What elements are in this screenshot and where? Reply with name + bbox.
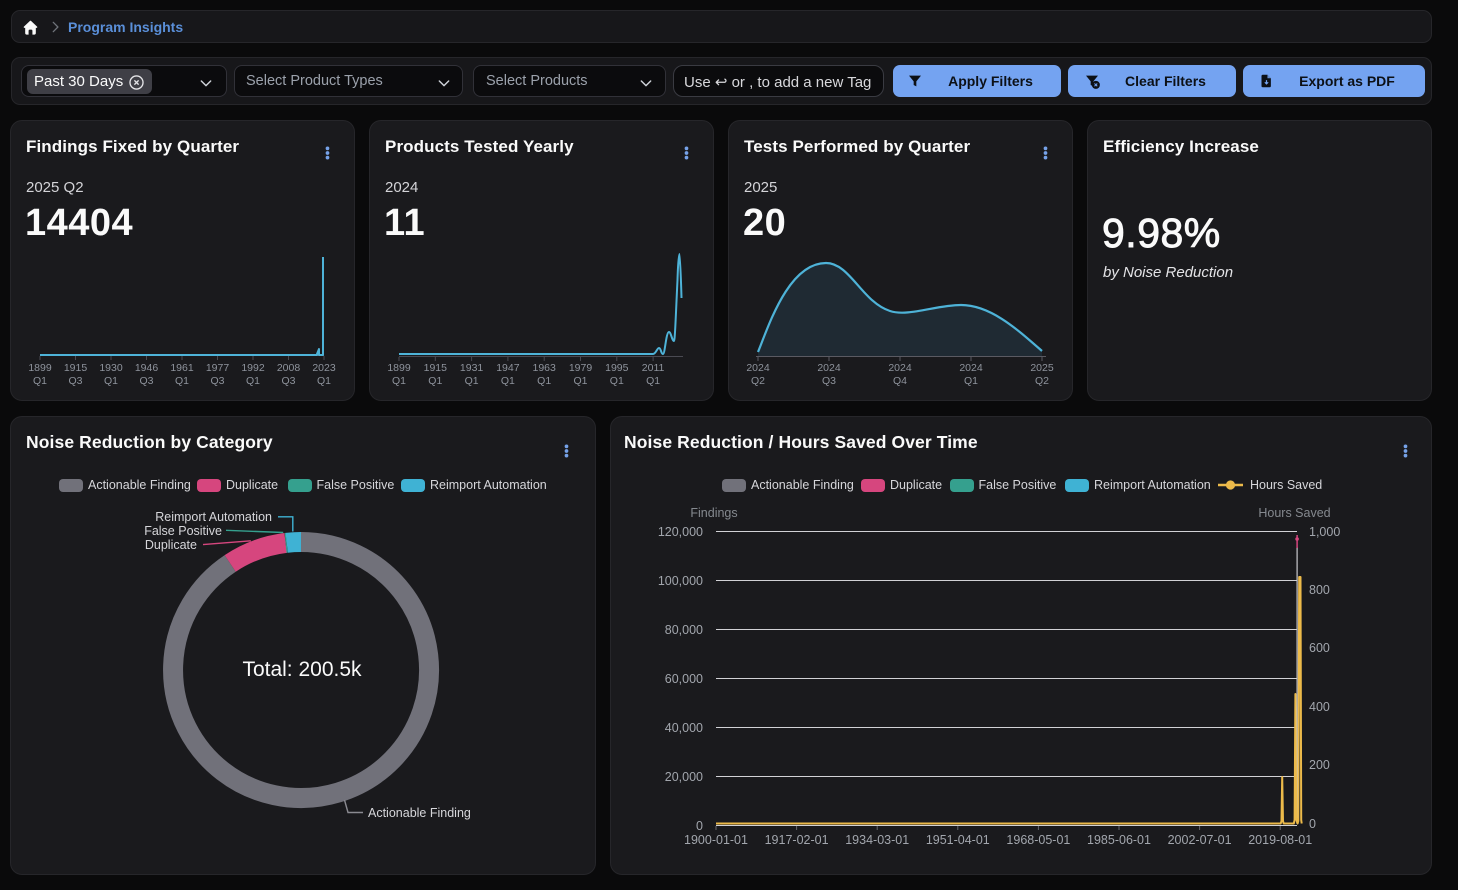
svg-text:100,000: 100,000 bbox=[657, 574, 702, 588]
svg-text:200: 200 bbox=[1309, 758, 1330, 772]
svg-text:Duplicate: Duplicate bbox=[145, 538, 197, 552]
svg-text:1951-04-01: 1951-04-01 bbox=[925, 833, 989, 847]
svg-text:20,000: 20,000 bbox=[664, 770, 702, 784]
svg-text:1968-05-01: 1968-05-01 bbox=[1006, 833, 1070, 847]
svg-text:60,000: 60,000 bbox=[664, 672, 702, 686]
svg-text:120,000: 120,000 bbox=[657, 525, 702, 539]
svg-text:1985-06-01: 1985-06-01 bbox=[1087, 833, 1151, 847]
svg-text:Total: 200.5k: Total: 200.5k bbox=[242, 658, 362, 681]
svg-text:Reimport Automation: Reimport Automation bbox=[155, 510, 272, 524]
svg-text:80,000: 80,000 bbox=[664, 623, 702, 637]
svg-text:40,000: 40,000 bbox=[664, 721, 702, 735]
svg-text:600: 600 bbox=[1309, 641, 1330, 655]
svg-text:Hours Saved: Hours Saved bbox=[1258, 506, 1330, 520]
svg-text:1934-03-01: 1934-03-01 bbox=[845, 833, 909, 847]
svg-text:2002-07-01: 2002-07-01 bbox=[1167, 833, 1231, 847]
svg-text:1,000: 1,000 bbox=[1309, 525, 1340, 539]
svg-text:0: 0 bbox=[696, 819, 703, 833]
svg-text:0: 0 bbox=[1309, 817, 1316, 831]
svg-text:1917-02-01: 1917-02-01 bbox=[764, 833, 828, 847]
svg-text:Findings: Findings bbox=[690, 506, 737, 520]
svg-text:800: 800 bbox=[1309, 583, 1330, 597]
svg-text:2019-08-01: 2019-08-01 bbox=[1248, 833, 1312, 847]
svg-text:1900-01-01: 1900-01-01 bbox=[684, 833, 748, 847]
svg-text:400: 400 bbox=[1309, 700, 1330, 714]
svg-text:Actionable Finding: Actionable Finding bbox=[368, 806, 471, 820]
svg-text:False Positive: False Positive bbox=[144, 524, 222, 538]
